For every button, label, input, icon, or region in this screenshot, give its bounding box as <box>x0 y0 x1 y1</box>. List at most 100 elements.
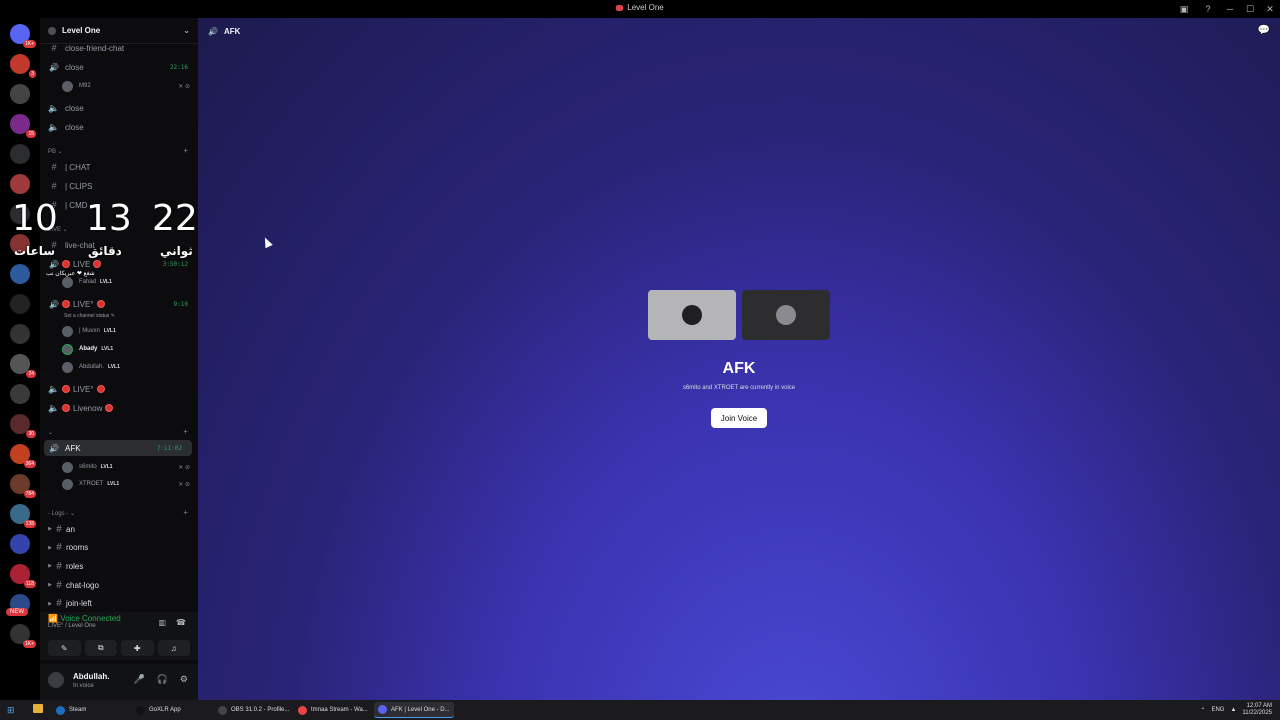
title-bar: Level One ▣ ? ─ ☐ ✕ <box>0 0 1280 18</box>
participant-tile[interactable] <box>648 290 736 340</box>
channel-close-friend-chat[interactable]: # close-friend-chat <box>40 40 198 56</box>
voice-user[interactable]: s6mito LVL1 ✕ ⊘ <box>62 460 192 474</box>
voice-user[interactable]: | Muvxn LVL1 <box>62 324 192 338</box>
mention-badge: 1K+ <box>22 40 36 48</box>
server-icon[interactable] <box>10 84 30 104</box>
app-icon <box>136 705 145 715</box>
voice-channel-close[interactable]: 🔊 close 22:16 <box>40 59 198 75</box>
signal-icon: 📶 <box>48 614 61 623</box>
camera-off-button[interactable]: ✎ <box>48 640 81 656</box>
soundboard-button[interactable]: ♫ <box>157 640 190 656</box>
server-icon[interactable] <box>10 324 30 344</box>
server-icon[interactable] <box>10 174 30 194</box>
mention-badge: 364 <box>23 460 36 468</box>
activities-button[interactable]: ✚ <box>121 640 154 656</box>
inbox-icon[interactable]: ▣ <box>1178 3 1190 15</box>
clock-overlay: 10 13 22 ساعات دقائق ثواني شغع ❤ عبريكان… <box>0 198 198 277</box>
voice-connected-panel: 📶 Voice Connected LIVE° / Level One ▥ ☎ … <box>40 612 198 660</box>
server-icon[interactable] <box>10 534 30 554</box>
speaker-icon: 🔈 <box>48 383 60 394</box>
help-icon[interactable]: ? <box>1202 3 1214 15</box>
server-icon[interactable]: 1K+ <box>10 24 36 48</box>
server-icon[interactable]: 138 <box>10 504 36 528</box>
voice-user[interactable]: Abdullah. LVL1 <box>62 360 192 374</box>
join-voice-button[interactable]: Join Voice <box>711 408 767 428</box>
channel-chat[interactable]: # | CHAT <box>40 159 198 175</box>
hash-icon: # <box>51 162 57 172</box>
minimize-button[interactable]: ─ <box>1220 4 1240 14</box>
taskbar-app[interactable]: AFK | Level One - D... <box>374 702 454 718</box>
server-icon[interactable]: 784 <box>10 474 36 498</box>
chevron-right-icon: ▶ <box>48 563 52 570</box>
add-channel-icon[interactable]: + <box>183 146 188 155</box>
voice-channel-close-3[interactable]: 🔈 close <box>40 119 198 135</box>
language-indicator[interactable]: ENG <box>1211 707 1224 713</box>
noise-suppression-icon[interactable]: ▥ <box>158 618 166 627</box>
taskbar-app[interactable]: OBS 31.0.2 - Profile... <box>214 702 293 718</box>
voice-channel-afk[interactable]: 🔊 AFK 7:11:02 <box>44 440 192 456</box>
hash-icon: # <box>56 598 62 610</box>
voice-user[interactable]: XTROET LVL1 ✕ ⊘ <box>62 477 192 491</box>
channel-status[interactable]: Set a channel status ✎ <box>64 309 194 323</box>
mention-badge: 15 <box>26 130 36 138</box>
channel-an[interactable]: ▶ # an <box>40 521 198 537</box>
server-icon[interactable]: 24 <box>10 354 36 378</box>
voice-user[interactable]: Fahad LVL1 <box>62 275 192 289</box>
mention-badge: 138 <box>23 520 36 528</box>
chevron-up-icon[interactable]: ⌃ <box>1200 707 1205 714</box>
system-tray: ⌃ ENG ▲ 12:07 AM 11/22/2025 <box>1200 703 1272 717</box>
participant-tile[interactable] <box>742 290 830 340</box>
speaker-icon: 🔊 <box>49 299 59 309</box>
chat-bubble-icon[interactable]: 💬 <box>1258 25 1270 36</box>
add-channel-icon[interactable]: + <box>183 427 188 436</box>
disconnect-icon[interactable]: ☎ <box>176 618 186 627</box>
voice-channel-close-2[interactable]: 🔈 close <box>40 100 198 116</box>
channel-roles[interactable]: ▶ # roles <box>40 558 198 574</box>
gear-icon[interactable]: ⚙ <box>180 674 188 685</box>
close-button[interactable]: ✕ <box>1260 4 1280 15</box>
channel-join-left[interactable]: ▶ # join-left <box>40 596 198 612</box>
avatar[interactable] <box>48 672 64 688</box>
file-explorer-icon[interactable] <box>33 704 43 713</box>
server-icon[interactable] <box>10 384 30 404</box>
channel-rooms[interactable]: ▶ # rooms <box>40 540 198 556</box>
category-afk[interactable]: ⌄ <box>48 429 53 436</box>
user-name[interactable]: Abdullah. <box>73 672 109 681</box>
add-channel-icon[interactable]: + <box>183 508 188 517</box>
avatar <box>62 478 73 490</box>
server-icon[interactable]: 3 <box>10 54 36 78</box>
voice-user[interactable]: Abady LVL1 <box>62 342 192 356</box>
screen-share-button[interactable]: ⧉ <box>84 640 117 656</box>
maximize-button[interactable]: ☐ <box>1240 4 1260 15</box>
headphones-icon[interactable]: 🎧 <box>157 674 168 685</box>
server-icon[interactable] <box>10 144 30 164</box>
live-dot-icon <box>62 385 70 393</box>
voice-channel-livenow[interactable]: 🔈 Livenow <box>40 400 198 416</box>
live-dot-icon <box>105 404 114 412</box>
channel-chat-logo[interactable]: ▶ # chat-logo <box>40 577 198 593</box>
system-clock[interactable]: 12:07 AM 11/22/2025 <box>1242 703 1272 717</box>
server-icon[interactable]: 118 <box>10 564 36 588</box>
taskbar-app[interactable]: Steam <box>52 702 90 718</box>
network-icon[interactable]: ▲ <box>1230 707 1236 713</box>
microphone-icon[interactable]: 🎤 <box>133 674 144 685</box>
category-pb[interactable]: PB ⌄ <box>48 148 63 155</box>
server-icon[interactable]: 15 <box>10 114 36 138</box>
channel-clips[interactable]: # | CLIPS <box>40 178 198 194</box>
server-icon[interactable]: 1K+ <box>10 624 36 648</box>
hash-icon: # <box>56 542 62 554</box>
channel-sidebar: Level One ⌄ # close-friend-chat 🔊 close 22:… <box>40 18 198 700</box>
taskbar-app[interactable]: tmnaa Stream - Wa... <box>294 702 372 718</box>
avatar <box>62 343 73 355</box>
voice-channel-live-3[interactable]: 🔈 LIVE° <box>40 381 198 397</box>
voice-status[interactable]: 📶 Voice Connected <box>48 614 121 623</box>
voice-channel-link[interactable]: LIVE° / Level One <box>48 623 121 629</box>
server-icon[interactable]: 30 <box>10 414 36 438</box>
server-icon[interactable]: 364 <box>10 444 36 468</box>
windows-start-icon[interactable]: ⊞ <box>7 705 15 716</box>
category-logs[interactable]: - Logs - ⌄ <box>48 510 75 517</box>
speaker-icon: 🔊 <box>49 62 59 72</box>
server-icon[interactable] <box>10 294 30 314</box>
taskbar-app[interactable]: GoXLR App <box>132 702 185 718</box>
voice-user[interactable]: M92 ✕ ⊘ <box>62 79 192 93</box>
